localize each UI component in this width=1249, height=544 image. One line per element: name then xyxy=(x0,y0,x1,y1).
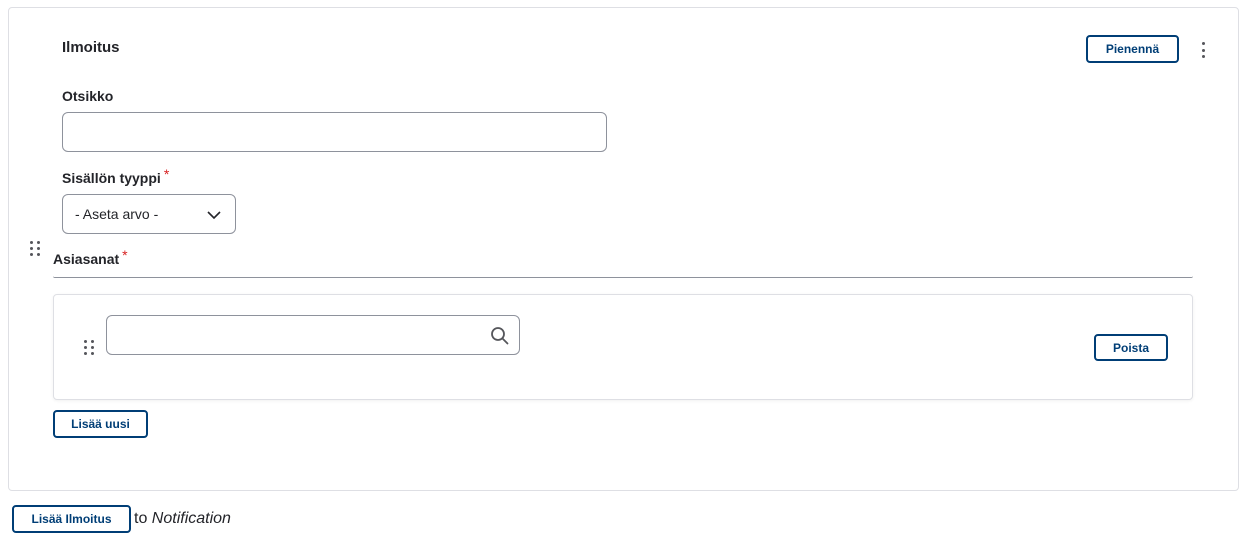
content-type-label-text: Sisällön tyyppi xyxy=(62,170,161,186)
required-asterisk: * xyxy=(163,166,170,182)
title-input[interactable] xyxy=(62,112,607,152)
add-target-text: to Notification xyxy=(134,510,231,528)
drag-handle-icon[interactable] xyxy=(84,340,94,356)
add-notification-button[interactable]: Lisää Ilmoitus xyxy=(12,505,131,533)
keyword-item-card: Poista xyxy=(53,294,1193,400)
keywords-label: Asiasanat * xyxy=(53,247,128,267)
keyword-search-input[interactable] xyxy=(106,315,520,355)
content-type-select[interactable]: - Aseta arvo - xyxy=(62,194,236,234)
notification-paragraph-card: Ilmoitus Pienennä Otsikko Sisällön tyypp… xyxy=(8,7,1239,491)
card-title: Ilmoitus xyxy=(62,39,120,56)
search-icon xyxy=(491,327,509,345)
add-new-button[interactable]: Lisää uusi xyxy=(53,410,148,438)
title-label-text: Otsikko xyxy=(62,88,114,104)
keywords-label-text: Asiasanat xyxy=(53,251,120,267)
content-type-selected-value: - Aseta arvo - xyxy=(75,206,159,222)
to-word: to xyxy=(134,510,148,527)
kebab-menu-icon[interactable] xyxy=(1195,40,1211,60)
chevron-down-icon xyxy=(207,211,221,220)
remove-button[interactable]: Poista xyxy=(1094,334,1168,361)
keywords-divider xyxy=(53,276,1193,278)
title-field-label: Otsikko xyxy=(62,88,113,104)
collapse-button[interactable]: Pienennä xyxy=(1086,35,1179,63)
required-asterisk: * xyxy=(122,247,128,263)
drag-handle-icon[interactable] xyxy=(30,241,40,257)
target-bundle-name: Notification xyxy=(151,510,231,527)
content-type-label: Sisällön tyyppi * xyxy=(62,166,169,186)
